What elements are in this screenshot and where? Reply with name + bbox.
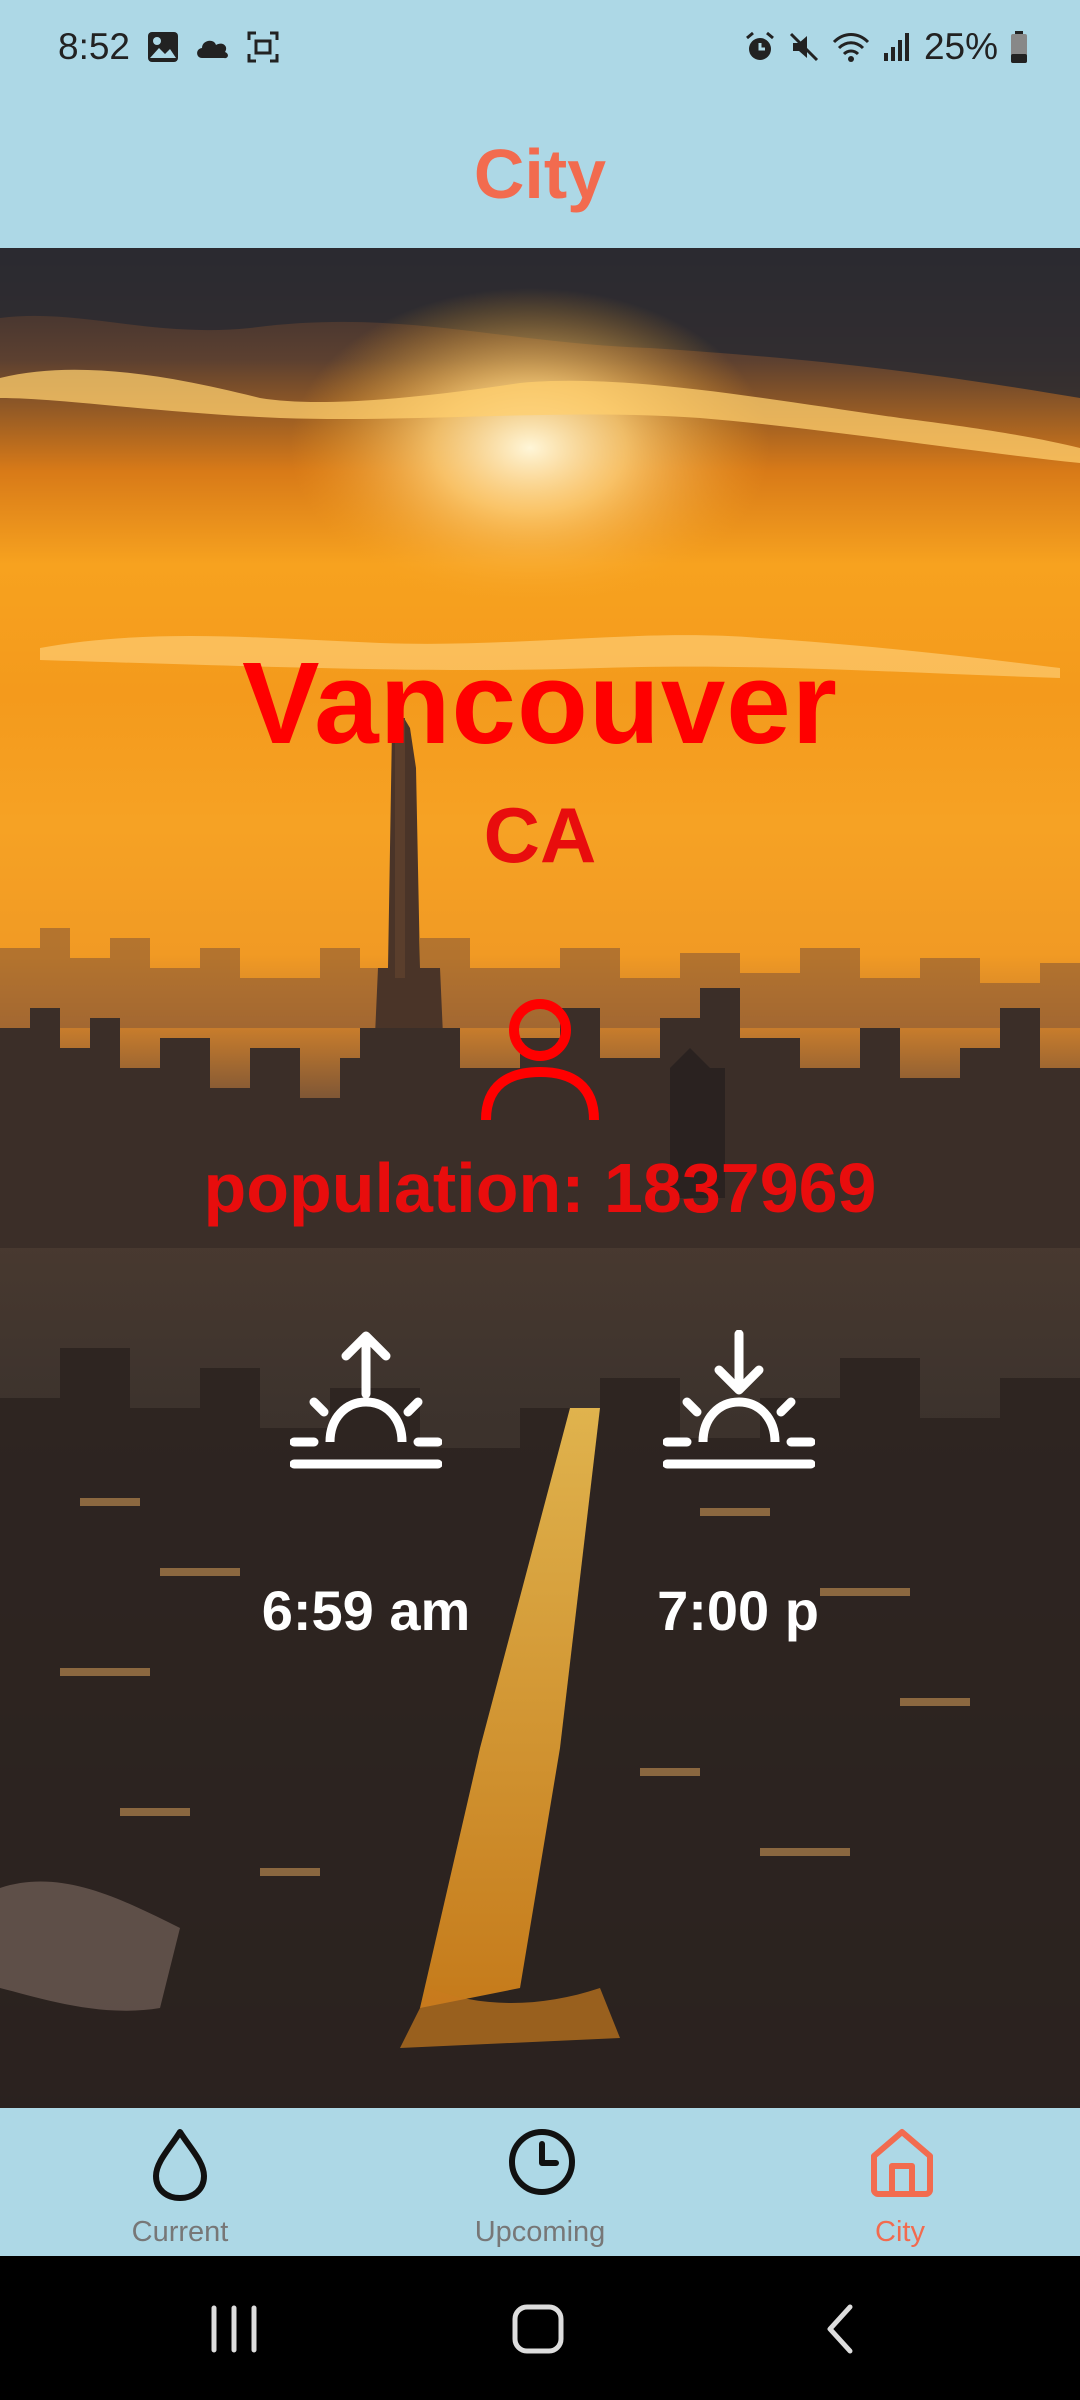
nav-item-city[interactable]: City (720, 2108, 1080, 2256)
status-bar: 8:52 25% (0, 0, 1080, 100)
page-title: City (473, 135, 607, 213)
gallery-icon (148, 32, 178, 62)
bottom-navigation: Current Upcoming City (0, 2108, 1080, 2256)
battery-icon (1011, 31, 1027, 63)
nav-label-current: Current (131, 2216, 229, 2248)
sunrise-icon (290, 1331, 442, 1469)
city-name: Vancouver (242, 638, 838, 768)
status-left-icons (146, 30, 280, 64)
drop-icon (153, 2129, 207, 2201)
nav-label-city: City (875, 2216, 925, 2248)
population-text: population: 1837969 (203, 1149, 877, 1227)
sunrise-time: 6:59 am (261, 1579, 471, 1642)
status-right-icons: 25% (744, 26, 1028, 68)
nav-item-upcoming[interactable]: Upcoming (360, 2108, 720, 2256)
home-button-icon[interactable] (510, 2302, 566, 2356)
mute-icon (789, 32, 818, 62)
home-icon (871, 2129, 933, 2197)
nav-label-upcoming: Upcoming (474, 2216, 606, 2248)
sunset-icon (663, 1330, 815, 1469)
alarm-icon (745, 31, 774, 60)
back-icon[interactable] (820, 2302, 860, 2356)
signal-icon (883, 33, 909, 61)
screenshot-icon (247, 31, 279, 63)
country-code: CA (483, 791, 597, 879)
recent-apps-icon[interactable] (206, 2304, 262, 2354)
battery-percent: 25% (923, 26, 998, 67)
system-navigation-bar (0, 2256, 1080, 2400)
status-time: 8:52 (58, 26, 131, 67)
person-icon (481, 999, 599, 1121)
app-bar: City (0, 100, 1080, 248)
clock-icon (509, 2129, 575, 2195)
city-background-image: Vancouver CA population: 1837969 6:59 am… (0, 248, 1080, 2108)
nav-item-current[interactable]: Current (0, 2108, 360, 2256)
sunset-time: 7:00 p (657, 1579, 819, 1642)
wifi-icon (832, 33, 869, 62)
cloud-icon (197, 40, 228, 59)
